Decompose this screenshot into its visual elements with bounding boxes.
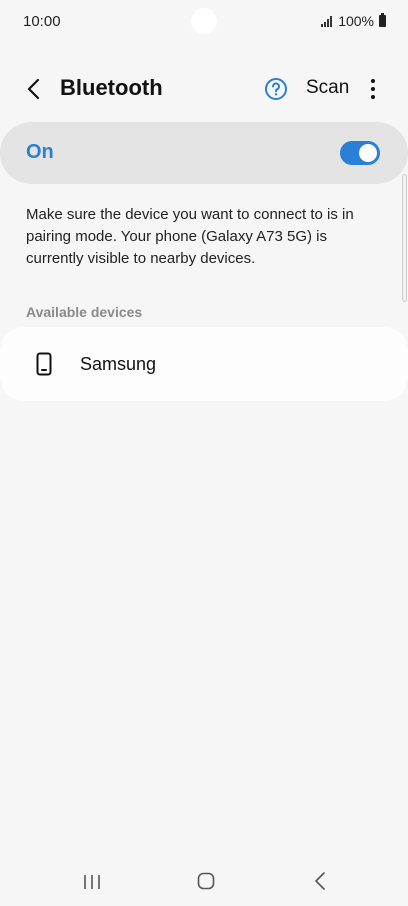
page-title: Bluetooth — [60, 75, 163, 100]
battery-percentage: 100% — [338, 13, 374, 29]
signal-icon — [321, 15, 333, 27]
camera-cutout — [191, 8, 217, 34]
more-vertical-icon[interactable] — [364, 76, 382, 102]
scrollbar[interactable] — [402, 174, 407, 302]
help-icon[interactable] — [264, 77, 288, 101]
bluetooth-toggle-switch[interactable] — [340, 141, 380, 165]
device-name: Samsung — [80, 354, 157, 374]
device-item-samsung[interactable]: Samsung — [0, 327, 408, 401]
back-icon[interactable] — [313, 870, 327, 892]
navigation-bar — [0, 860, 408, 906]
battery-icon — [379, 13, 386, 27]
phone-icon — [36, 352, 52, 376]
toggle-knob — [359, 144, 377, 162]
home-icon[interactable] — [196, 871, 216, 891]
scan-button[interactable]: Scan — [306, 77, 349, 99]
status-bar: 10:00 100% — [0, 0, 408, 44]
app-header: Bluetooth Scan — [0, 60, 408, 118]
available-devices-header: Available devices — [26, 304, 143, 320]
toggle-label: On — [26, 141, 54, 163]
status-time: 10:00 — [23, 13, 61, 30]
status-indicators: 100% — [321, 13, 386, 29]
back-arrow-icon[interactable] — [22, 76, 46, 102]
bluetooth-toggle-row[interactable]: On — [0, 122, 408, 184]
recents-icon[interactable] — [82, 872, 102, 892]
pairing-description: Make sure the device you want to connect… — [26, 206, 354, 267]
